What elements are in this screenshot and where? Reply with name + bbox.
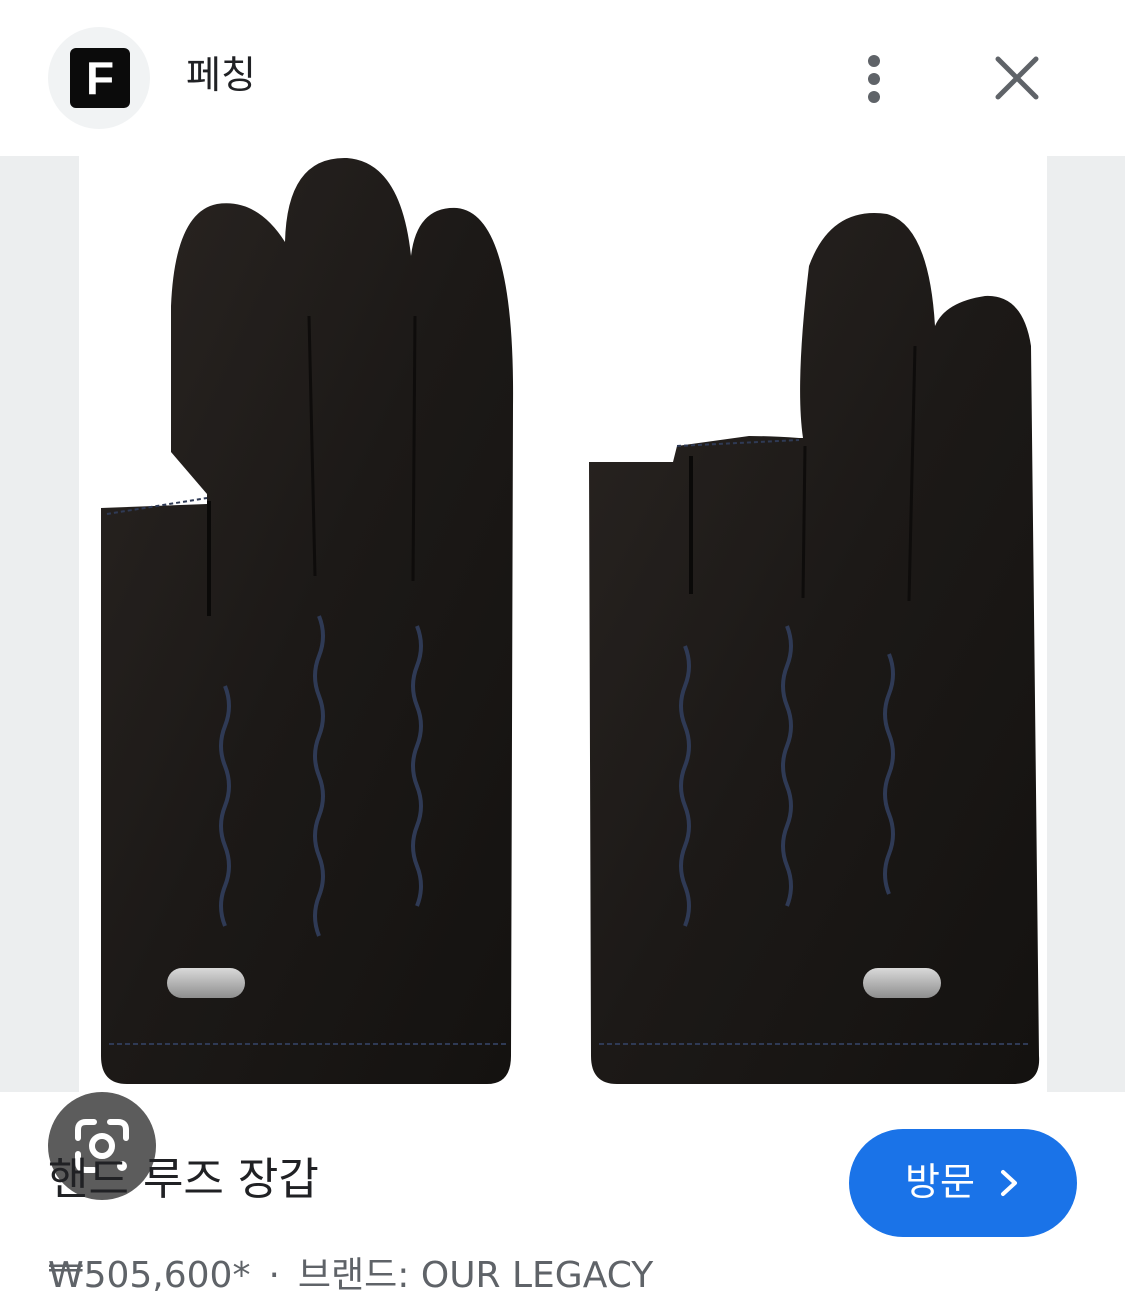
close-icon (995, 56, 1039, 100)
more-vert-icon (868, 55, 880, 103)
site-favicon[interactable]: F (48, 27, 150, 129)
right-glove (589, 213, 1040, 1084)
close-button[interactable] (982, 44, 1054, 114)
product-price: ₩505,600* (48, 1255, 251, 1296)
meta-separator: · (268, 1255, 280, 1296)
more-options-button[interactable] (846, 44, 902, 114)
product-brand: 브랜드: OUR LEGACY (297, 1255, 654, 1296)
site-logo-letter: F (70, 48, 130, 108)
gloves-image (101, 157, 1040, 1085)
product-meta: ₩505,600* · 브랜드: OUR LEGACY (48, 1250, 653, 1302)
product-image[interactable] (79, 156, 1047, 1092)
visit-button-label: 방문 (905, 1160, 975, 1204)
site-name[interactable]: 페칭 (186, 50, 256, 100)
product-image-area (0, 156, 1125, 1200)
product-title[interactable]: 핸드 루즈 장갑 (48, 1150, 319, 1210)
left-glove (101, 157, 514, 1085)
visit-button[interactable]: 방문 (849, 1129, 1077, 1237)
result-header: F 페칭 (0, 0, 1125, 156)
chevron-right-icon (1001, 1170, 1017, 1196)
